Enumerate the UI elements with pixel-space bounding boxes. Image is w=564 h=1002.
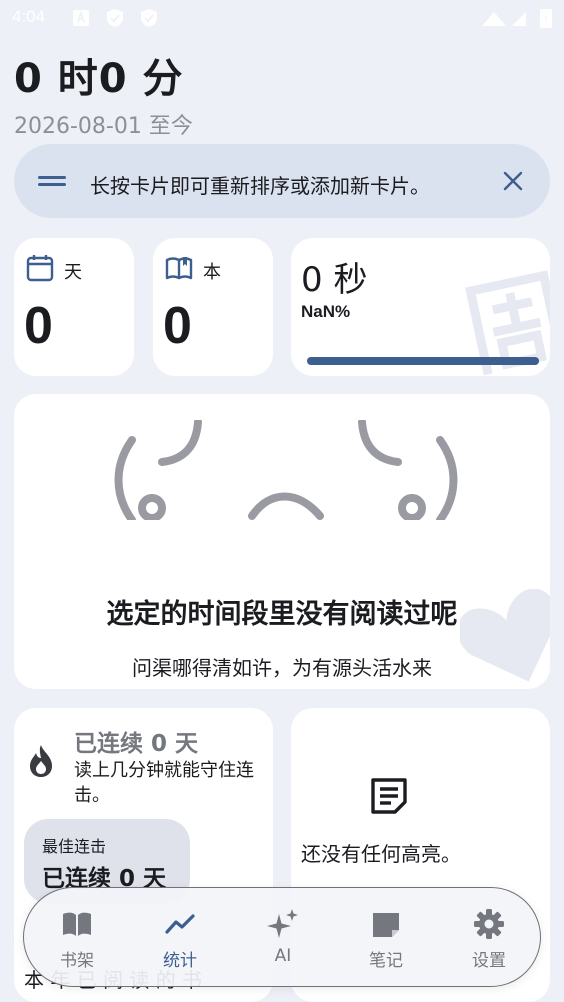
nav-label: 设置: [472, 951, 506, 971]
progress-end-dot: [533, 358, 539, 364]
books-label: 本: [203, 262, 221, 283]
status-bar: 4:04 !: [0, 0, 564, 36]
days-card[interactable]: 天 0: [14, 238, 134, 376]
calendar-icon: [26, 255, 54, 282]
svg-text:!: !: [544, 15, 548, 26]
tip-banner: 长按卡片即可重新排序或添加新卡片。: [14, 144, 550, 218]
best-streak-label: 最佳连击: [42, 837, 107, 856]
sad-kaomoji-icon: [114, 420, 458, 520]
sparkle-icon: [267, 909, 298, 938]
nav-statistics[interactable]: 统计: [138, 888, 218, 988]
gear-icon: [474, 909, 504, 939]
streak-description: 读上几分钟就能守住连击。: [74, 760, 254, 806]
empty-state-card[interactable]: 选定的时间段里没有阅读过呢 问渠哪得清如许，为有源头活水来: [14, 394, 550, 689]
reading-time-value: 0 秒: [301, 260, 368, 300]
status-time: 4:04: [12, 7, 46, 26]
nav-settings[interactable]: 设置: [447, 888, 527, 988]
days-label: 天: [64, 262, 82, 283]
total-reading-time: 0 时0 分: [14, 56, 184, 102]
reading-progress-fill: [307, 357, 539, 365]
open-book-icon: [165, 257, 193, 280]
system-indicators-icon: !: [482, 9, 552, 28]
nav-ai[interactable]: AI: [241, 888, 321, 988]
streak-title: 已连续 0 天: [74, 731, 199, 757]
reading-progress-bar: [307, 357, 539, 365]
tip-text: 长按卡片即可重新排序或添加新卡片。: [90, 174, 430, 198]
nav-label: 笔记: [369, 951, 403, 971]
reading-time-percent: NaN%: [301, 302, 351, 321]
date-range[interactable]: 2026-08-01 至今: [14, 108, 193, 140]
reading-time-card[interactable]: 0 秒 NaN%: [291, 238, 550, 376]
fire-icon: [30, 745, 52, 777]
nav-label: AI: [274, 946, 292, 966]
highlights-empty-text: 还没有任何高亮。: [301, 842, 461, 866]
drag-handle-icon: [38, 176, 66, 186]
chart-icon: [165, 914, 195, 934]
shield-icon: [107, 9, 123, 27]
notification-a-icon: [73, 10, 89, 26]
sticky-note-icon: [371, 778, 407, 814]
note-icon: [373, 913, 399, 937]
shield-check-icon: [141, 9, 157, 27]
days-value: 0: [24, 297, 53, 355]
books-card[interactable]: 本 0: [153, 238, 273, 376]
nav-label: 书架: [60, 951, 94, 971]
empty-title: 选定的时间段里没有阅读过呢: [106, 599, 458, 630]
nav-bookshelf[interactable]: 书架: [35, 888, 115, 988]
books-value: 0: [163, 297, 192, 355]
nav-notes[interactable]: 笔记: [344, 888, 424, 988]
nav-label: 统计: [163, 951, 197, 971]
empty-subtitle: 问渠哪得清如许，为有源头活水来: [132, 656, 432, 680]
book-icon: [63, 912, 91, 936]
close-icon[interactable]: [500, 168, 526, 194]
bottom-navigation: 书架 统计 AI 笔记 设置: [23, 887, 541, 987]
